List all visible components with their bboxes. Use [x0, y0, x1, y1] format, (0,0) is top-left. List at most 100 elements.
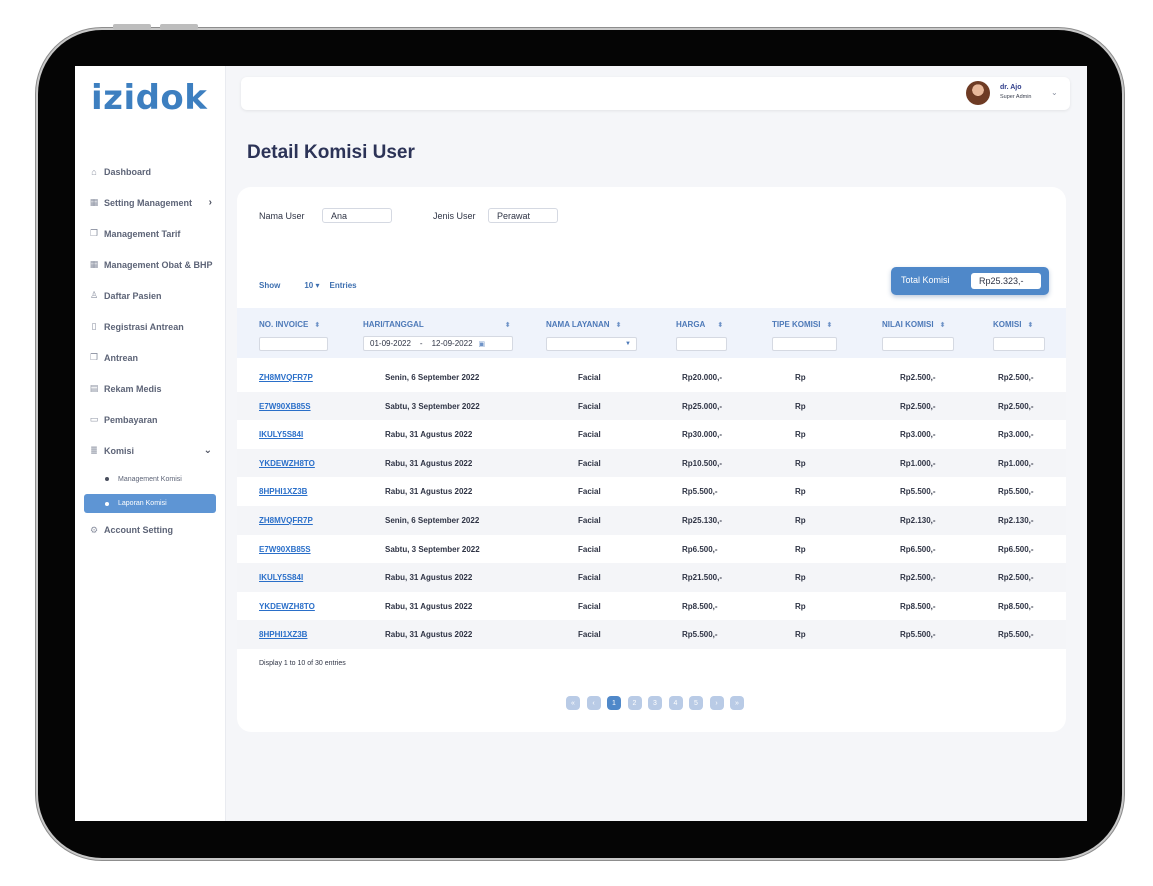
invoice-link[interactable]: 8HPHI1XZ3B [259, 630, 307, 639]
nama-user-field[interactable]: Ana [322, 208, 392, 223]
file-add-icon: ▯ [91, 321, 97, 331]
column-header-invoice[interactable]: NO. INVOICE ⬍ [259, 320, 320, 329]
page-button-4[interactable]: 4 [668, 696, 683, 710]
sidebar-item-management-tarif[interactable]: ❐ Management Tarif [75, 218, 226, 249]
column-header-commission-value[interactable]: NILAI KOMISI ⬍ [882, 320, 945, 329]
sidebar-item-daftar-pasien[interactable]: ♙ Daftar Pasien [75, 280, 226, 311]
entries-label: Entries [329, 281, 357, 290]
sidebar-item-registrasi-antrean[interactable]: ▯ Registrasi Antrean [75, 311, 226, 342]
sort-icon[interactable]: ⬍ [314, 322, 320, 329]
column-header-commission[interactable]: KOMISI ⬍ [993, 320, 1033, 329]
sidebar-subitem-laporan-komisi[interactable]: Laporan Komisi [84, 494, 216, 513]
avatar[interactable] [966, 81, 990, 105]
commission-cell: Rp2.500,- [998, 573, 1034, 583]
invoice-link[interactable]: E7W90XB85S [259, 545, 311, 554]
price-cell: Rp5.500,- [682, 487, 718, 497]
page-button-5[interactable]: 5 [689, 696, 703, 710]
column-header-service[interactable]: NAMA LAYANAN ⬍ [546, 320, 621, 329]
sidebar-item-label: Laporan Komisi [118, 500, 167, 507]
invoice-link[interactable]: E7W90XB85S [259, 402, 311, 411]
sidebar-subitem-management-komisi[interactable]: Management Komisi [75, 466, 226, 492]
sidebar-item-label: Management Obat & BHP [104, 259, 213, 270]
invoice-link[interactable]: YKDEWZH8TO [259, 602, 315, 611]
invoice-link[interactable]: IKULY5S84I [259, 430, 303, 439]
next-page-button[interactable]: › [709, 696, 724, 710]
calendar-icon[interactable]: ▣ [479, 340, 486, 348]
column-header-commission-type[interactable]: TIPE KOMISI ⬍ [772, 320, 832, 329]
invoice-link[interactable]: IKULY5S84I [259, 573, 303, 582]
user-icon: ♙ [89, 290, 99, 300]
commission-type-filter-input[interactable] [772, 337, 837, 351]
jenis-user-field[interactable]: Perawat [488, 208, 558, 223]
column-header-price[interactable]: HARGA ⬍ [676, 320, 723, 329]
date-cell: Rabu, 31 Agustus 2022 [385, 630, 473, 640]
page-button-2[interactable]: 2 [627, 696, 642, 710]
date-from: 01-09-2022 [370, 339, 411, 348]
sort-icon[interactable]: ⬍ [616, 322, 622, 329]
prev-page-button[interactable]: ‹ [586, 696, 601, 710]
show-label: Show [259, 281, 281, 290]
total-commission-label: Total Komisi [901, 275, 950, 285]
service-cell: Facial [578, 515, 601, 525]
sidebar-item-komisi[interactable]: ≣ Komisi ⌄ [75, 435, 226, 466]
invoice-link[interactable]: ZH8MVQFR7P [259, 373, 313, 382]
payment-icon: ▭ [89, 414, 99, 424]
column-header-label: TIPE KOMISI [772, 320, 821, 329]
grid-icon: ▦ [89, 259, 99, 269]
date-cell: Rabu, 31 Agustus 2022 [385, 487, 473, 497]
sidebar-item-antrean[interactable]: ❐ Antrean [75, 342, 226, 373]
sidebar-item-account-setting[interactable]: ⚙ Account Setting [75, 517, 226, 543]
first-page-button[interactable]: « [566, 696, 580, 710]
last-page-button[interactable]: » [730, 696, 744, 710]
date-range-filter[interactable]: 01-09-2022 - 12-09-2022 ▣ [363, 336, 513, 351]
page-button-3[interactable]: 3 [648, 696, 662, 710]
commission-filter-input[interactable] [993, 337, 1045, 351]
page-button-1[interactable]: 1 [607, 696, 621, 710]
entries-select-value: 10 [304, 281, 314, 290]
sort-icon[interactable]: ⬍ [940, 322, 946, 329]
invoice-link[interactable]: YKDEWZH8TO [259, 459, 315, 468]
invoice-filter-input[interactable] [259, 337, 328, 351]
entries-select[interactable]: 10 ▾ [304, 281, 319, 290]
sidebar-item-management-obat[interactable]: ▦ Management Obat & BHP [75, 249, 226, 280]
commission-value-filter-input[interactable] [882, 337, 954, 351]
sidebar-item-pembayaran[interactable]: ▭ Pembayaran [75, 404, 226, 435]
nama-user-label: Nama User [259, 211, 305, 221]
sort-icon[interactable]: ⬍ [717, 322, 723, 329]
invoice-link[interactable]: 8HPHI1XZ3B [259, 487, 307, 496]
pagination: « ‹ 1 2 3 4 5 › » [566, 696, 751, 710]
commission-type-cell: Rp [795, 430, 806, 440]
table-header: NO. INVOICE ⬍ HARI/TANGGAL ⬍ NAMA LAYANAN ⬍… [237, 308, 1066, 358]
commission-value-cell: Rp2.130,- [900, 515, 936, 525]
commission-cell: Rp5.500,- [998, 487, 1034, 497]
sort-icon[interactable]: ⬍ [505, 322, 511, 329]
commission-cell: Rp5.500,- [998, 630, 1034, 640]
commission-card: Nama User Ana Jenis User Perawat Show 10… [237, 187, 1066, 732]
column-header-label: NILAI KOMISI [882, 320, 934, 329]
user-name: dr. Ajo [1000, 84, 1022, 91]
date-cell: Rabu, 31 Agustus 2022 [385, 458, 473, 468]
sort-icon[interactable]: ⬍ [1027, 322, 1033, 329]
total-commission-value: Rp25.323,- [971, 273, 1041, 289]
commission-type-cell: Rp [795, 515, 806, 525]
commission-cell: Rp1.000,- [998, 458, 1034, 468]
sort-icon[interactable]: ⬍ [826, 322, 832, 329]
service-cell: Facial [578, 430, 601, 440]
app-logo[interactable]: izidok [91, 78, 207, 118]
chevron-down-icon[interactable]: ⌄ [1051, 88, 1058, 97]
top-bar: dr. Ajo Super Admin ⌄ [241, 77, 1070, 110]
invoice-link[interactable]: ZH8MVQFR7P [259, 516, 313, 525]
service-cell: Facial [578, 630, 601, 640]
sidebar-item-rekam-medis[interactable]: ▤ Rekam Medis [75, 373, 226, 404]
sidebar-item-setting-management[interactable]: ▦ Setting Management › [75, 187, 226, 218]
sidebar-item-dashboard[interactable]: ⌂ Dashboard [75, 156, 226, 187]
date-cell: Sabtu, 3 September 2022 [385, 401, 480, 411]
price-filter-input[interactable] [676, 337, 727, 351]
service-filter-select[interactable]: ▼ [546, 337, 637, 351]
column-header-date[interactable]: HARI/TANGGAL ⬍ [363, 320, 511, 329]
page-title: Detail Komisi User [247, 142, 415, 163]
date-cell: Senin, 6 September 2022 [385, 515, 480, 525]
service-cell: Facial [578, 544, 601, 554]
commission-value-cell: Rp2.500,- [900, 573, 936, 583]
tablet-volume-button [113, 24, 151, 30]
